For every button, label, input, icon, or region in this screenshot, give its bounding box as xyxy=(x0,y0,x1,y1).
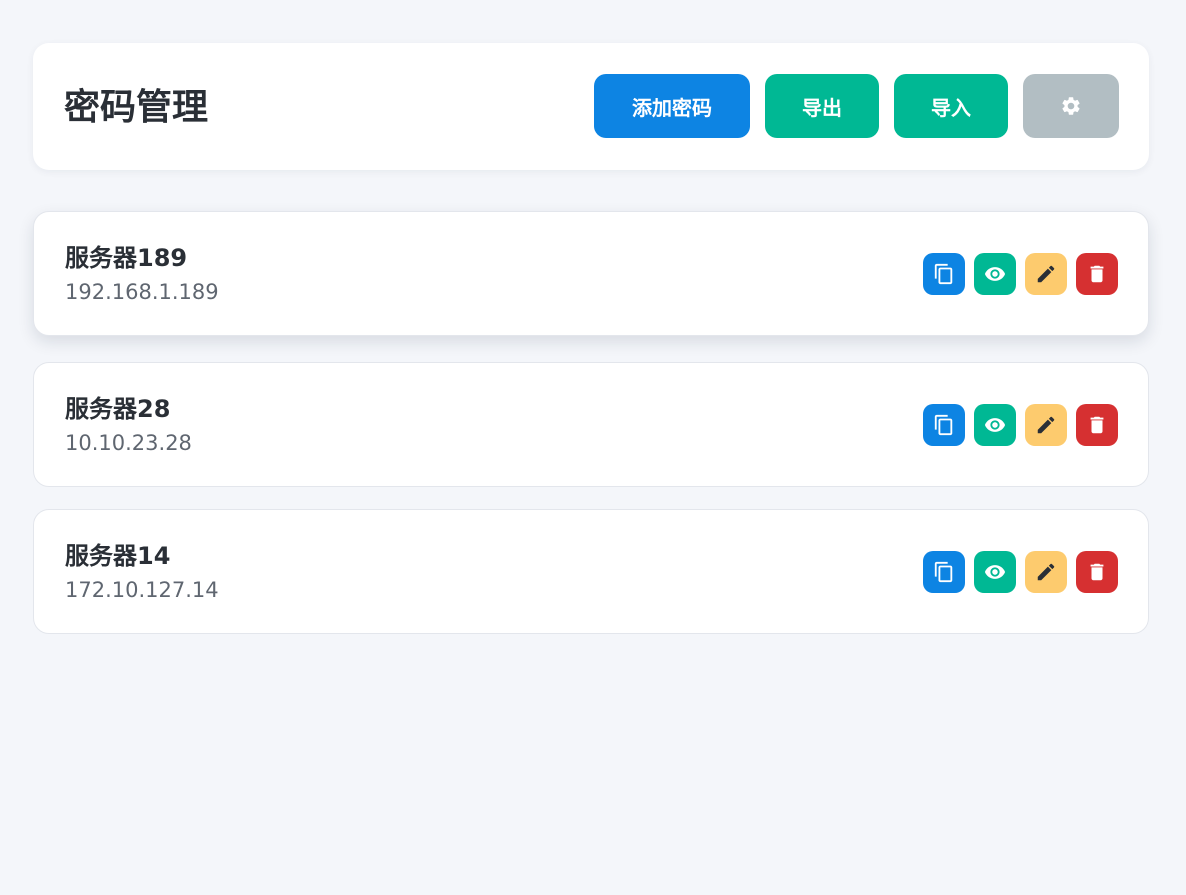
edit-button[interactable] xyxy=(1025,404,1067,446)
entry-name: 服务器14 xyxy=(65,542,171,570)
entry-host: 192.168.1.189 xyxy=(65,280,219,304)
edit-button[interactable] xyxy=(1025,551,1067,593)
import-button[interactable]: 导入 xyxy=(894,74,1008,138)
pencil-icon xyxy=(1037,265,1055,283)
password-entry[interactable]: 服务器14 172.10.127.14 xyxy=(33,509,1149,634)
copy-icon xyxy=(934,561,953,583)
entry-actions xyxy=(923,404,1118,446)
copy-icon xyxy=(934,263,953,285)
entry-host: 10.10.23.28 xyxy=(65,431,192,455)
show-password-button[interactable] xyxy=(974,404,1016,446)
entry-actions xyxy=(923,253,1118,295)
copy-button[interactable] xyxy=(923,551,965,593)
entry-name: 服务器28 xyxy=(65,395,171,423)
password-entry[interactable]: 服务器28 10.10.23.28 xyxy=(33,362,1149,487)
settings-button[interactable] xyxy=(1023,74,1119,138)
edit-button[interactable] xyxy=(1025,253,1067,295)
page-header: 密码管理 添加密码 导出 导入 xyxy=(33,43,1149,170)
trash-icon xyxy=(1090,563,1104,581)
export-button[interactable]: 导出 xyxy=(765,74,879,138)
entry-name: 服务器189 xyxy=(65,244,188,272)
delete-button[interactable] xyxy=(1076,551,1118,593)
show-password-button[interactable] xyxy=(974,551,1016,593)
page-title: 密码管理 xyxy=(64,87,209,128)
pencil-icon xyxy=(1037,563,1055,581)
gear-icon xyxy=(1062,97,1080,115)
eye-icon xyxy=(984,418,1006,432)
delete-button[interactable] xyxy=(1076,404,1118,446)
eye-icon xyxy=(984,565,1006,579)
copy-button[interactable] xyxy=(923,253,965,295)
delete-button[interactable] xyxy=(1076,253,1118,295)
password-entry[interactable]: 服务器189 192.168.1.189 xyxy=(33,211,1149,336)
eye-icon xyxy=(984,267,1006,281)
entry-host: 172.10.127.14 xyxy=(65,578,219,602)
show-password-button[interactable] xyxy=(974,253,1016,295)
pencil-icon xyxy=(1037,416,1055,434)
copy-icon xyxy=(934,414,953,436)
trash-icon xyxy=(1090,265,1104,283)
copy-button[interactable] xyxy=(923,404,965,446)
entry-actions xyxy=(923,551,1118,593)
add-password-button[interactable]: 添加密码 xyxy=(594,74,750,138)
trash-icon xyxy=(1090,416,1104,434)
